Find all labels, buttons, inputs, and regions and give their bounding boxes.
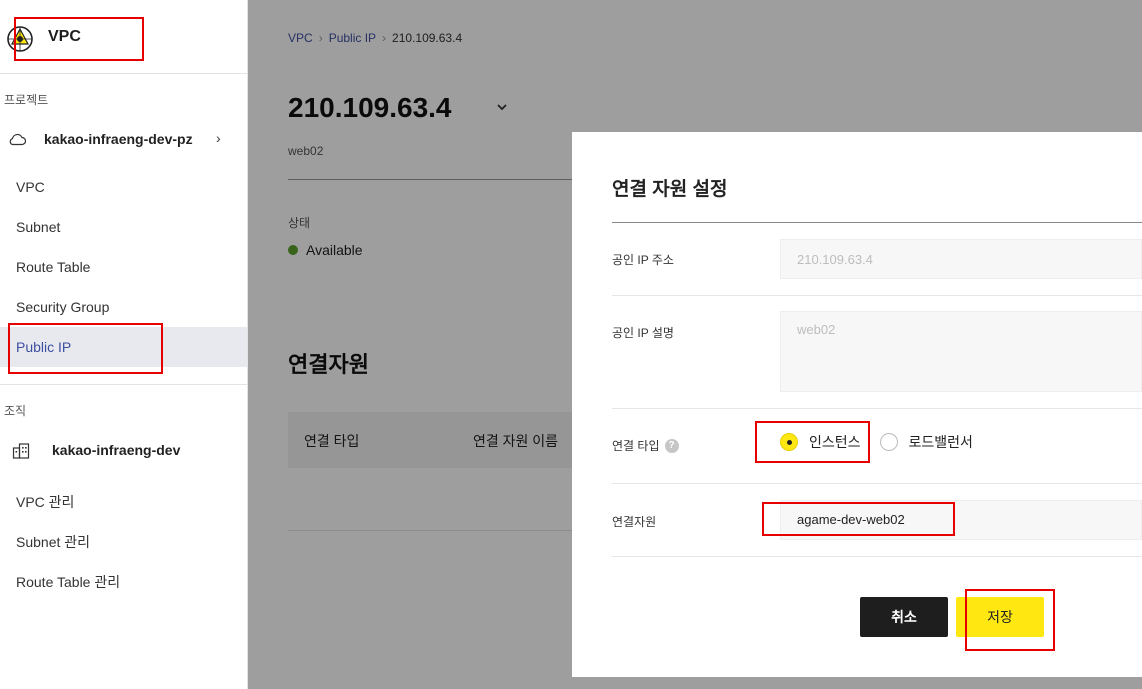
connect-resource-modal: 연결 자원 설정 공인 IP 주소 공인 IP 설명 web02 연결 타입 ?… (572, 132, 1142, 677)
org-name: kakao-infraeng-dev (52, 442, 181, 458)
sidebar-item-subnet-manage[interactable]: Subnet 관리 (0, 522, 247, 562)
radio-load-balancer-label[interactable]: 로드밸런서 (909, 432, 973, 452)
building-icon (12, 443, 30, 459)
connection-type-label: 연결 타입 ? (612, 437, 679, 454)
ip-description-field[interactable]: web02 (780, 311, 1142, 392)
cloud-icon (9, 133, 26, 146)
sidebar-item-public-ip[interactable]: Public IP (0, 327, 247, 367)
project-name: kakao-infraeng-dev-pz (44, 131, 193, 147)
ip-address-field[interactable] (780, 239, 1142, 279)
modal-title: 연결 자원 설정 (612, 179, 728, 200)
radio-instance-label[interactable]: 인스턴스 (809, 432, 861, 452)
save-button[interactable]: 저장 (956, 597, 1044, 637)
modal-title-divider (612, 222, 1142, 223)
logo-row: VPC (0, 0, 247, 74)
help-icon[interactable]: ? (664, 438, 679, 453)
ip-address-label: 공인 IP 주소 (612, 253, 674, 267)
sidebar-item-vpc-manage[interactable]: VPC 관리 (0, 482, 247, 522)
org-section-label: 조직 (4, 404, 27, 418)
vpc-logo-icon (7, 26, 33, 52)
row-divider (612, 483, 1142, 484)
sidebar-divider (0, 384, 247, 385)
connection-type-label-text: 연결 타입 (612, 439, 660, 453)
row-divider (612, 295, 1142, 296)
project-selector[interactable]: kakao-infraeng-dev-pz › (0, 118, 247, 162)
app-title[interactable]: VPC (48, 28, 81, 46)
row-divider (612, 556, 1142, 557)
sidebar-item-subnet[interactable]: Subnet (0, 207, 247, 247)
org-selector[interactable]: kakao-infraeng-dev (0, 430, 247, 470)
sidebar-item-route-table[interactable]: Route Table (0, 247, 247, 287)
project-section-label: 프로젝트 (4, 93, 49, 107)
cancel-button[interactable]: 취소 (860, 597, 948, 637)
row-divider (612, 408, 1142, 409)
radio-instance[interactable] (780, 433, 798, 451)
sidebar-item-security-group[interactable]: Security Group (0, 287, 247, 327)
connection-type-radio-group: 인스턴스 로드밸런서 (780, 432, 973, 452)
chevron-right-icon: › (216, 130, 221, 146)
ip-description-label: 공인 IP 설명 (612, 326, 674, 340)
sidebar-item-route-table-manage[interactable]: Route Table 관리 (0, 562, 247, 602)
sidebar-item-vpc[interactable]: VPC (0, 167, 247, 207)
sidebar: VPC 프로젝트 kakao-infraeng-dev-pz › VPC Sub… (0, 0, 248, 689)
resource-select[interactable]: agame-dev-web02 (780, 500, 1142, 540)
resource-label: 연결자원 (612, 515, 657, 529)
radio-load-balancer[interactable] (879, 433, 898, 451)
